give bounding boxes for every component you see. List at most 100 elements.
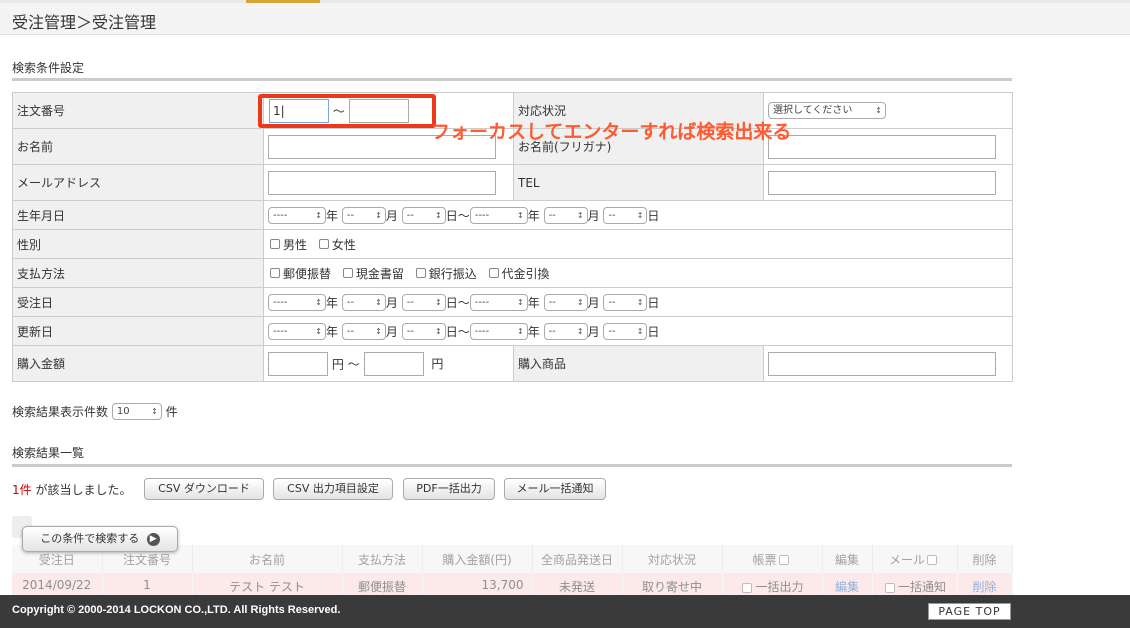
to-day-unit: 日 bbox=[647, 295, 660, 310]
to-month-select[interactable]: -- bbox=[543, 206, 588, 224]
date-range-separator: 〜 bbox=[457, 295, 470, 310]
to-year-unit: 年 bbox=[527, 208, 540, 223]
from-day-select[interactable]: -- bbox=[401, 293, 446, 311]
status-label: 対応状況 bbox=[518, 104, 567, 118]
product-input[interactable] bbox=[768, 351, 996, 376]
from-year-select[interactable]: ---- bbox=[268, 322, 326, 340]
to-day-select[interactable]: -- bbox=[603, 293, 648, 311]
from-month-unit: 月 bbox=[385, 208, 398, 223]
from-month-select[interactable]: -- bbox=[341, 322, 386, 340]
from-month-select[interactable]: -- bbox=[341, 206, 386, 224]
to-month-unit: 月 bbox=[587, 208, 600, 223]
payment-bank-checkbox[interactable] bbox=[415, 268, 426, 278]
from-day-select[interactable]: -- bbox=[401, 206, 446, 224]
from-day-unit: 日 bbox=[445, 208, 458, 223]
payment-postal-checkbox[interactable] bbox=[270, 268, 280, 278]
from-month-unit: 月 bbox=[385, 295, 398, 310]
name-label: お名前 bbox=[17, 140, 54, 154]
date-range-separator: 〜 bbox=[457, 324, 470, 339]
name-kana-input[interactable] bbox=[768, 134, 996, 159]
order-date-range: ----年 --月 --日〜----年 --月 --日 bbox=[263, 287, 1013, 317]
email-input[interactable] bbox=[268, 170, 496, 195]
per-page-unit: 件 bbox=[165, 405, 178, 419]
result-count-number: 1件 bbox=[12, 483, 32, 497]
from-year-select[interactable]: ---- bbox=[268, 206, 326, 224]
from-month-unit: 月 bbox=[385, 324, 398, 339]
mail-bulk-button[interactable]: メール一括通知 bbox=[504, 478, 606, 500]
section-divider bbox=[12, 78, 1012, 81]
payment-cash-checkbox[interactable] bbox=[342, 268, 353, 278]
payment-cod-checkbox[interactable] bbox=[488, 268, 499, 278]
from-day-unit: 日 bbox=[445, 324, 458, 339]
per-page-row: 検索結果表示件数 10 件 bbox=[12, 403, 178, 420]
from-year-unit: 年 bbox=[326, 295, 339, 310]
results-heading: 検索結果一覧 bbox=[12, 446, 85, 460]
from-day-unit: 日 bbox=[445, 295, 458, 310]
highlight-box bbox=[258, 94, 436, 128]
to-day-select[interactable]: -- bbox=[603, 206, 648, 224]
footer: Copyright © 2000-2014 LOCKON CO.,LTD. Al… bbox=[0, 595, 1130, 628]
to-month-unit: 月 bbox=[587, 324, 600, 339]
per-page-label: 検索結果表示件数 bbox=[12, 405, 109, 419]
payment-cod-label: 代金引換 bbox=[501, 266, 550, 281]
from-year-unit: 年 bbox=[326, 208, 339, 223]
payment-cash-label: 現金書留 bbox=[355, 266, 404, 281]
pdf-bulk-button[interactable]: PDF一括出力 bbox=[403, 478, 495, 500]
birthday-range: ----年 --月 --日〜----年 --月 --日 bbox=[263, 200, 1013, 230]
payment-postal-label: 郵便振替 bbox=[283, 266, 332, 281]
to-year-select[interactable]: ---- bbox=[469, 293, 528, 311]
to-day-unit: 日 bbox=[647, 324, 660, 339]
to-year-select[interactable]: ---- bbox=[469, 206, 528, 224]
result-count: 1件 が該当しました。 bbox=[12, 481, 131, 498]
from-year-unit: 年 bbox=[326, 324, 339, 339]
to-year-unit: 年 bbox=[527, 295, 540, 310]
page-title: 受注管理＞受注管理 bbox=[12, 13, 157, 32]
male-checkbox[interactable] bbox=[270, 239, 280, 249]
page-header: 受注管理＞受注管理 bbox=[0, 3, 1130, 35]
from-day-select[interactable]: -- bbox=[401, 322, 446, 340]
order-no-label: 注文番号 bbox=[17, 104, 66, 118]
female-label: 女性 bbox=[331, 237, 356, 252]
birthday-label: 生年月日 bbox=[17, 208, 66, 223]
order-date-label: 受注日 bbox=[17, 295, 54, 310]
to-month-unit: 月 bbox=[587, 295, 600, 310]
csv-download-button[interactable]: CSV ダウンロード bbox=[144, 478, 264, 500]
from-month-select[interactable]: -- bbox=[341, 293, 386, 311]
result-count-suffix: が該当しました。 bbox=[35, 483, 132, 497]
search-submit-button[interactable]: この条件で検索する ▶ bbox=[22, 526, 178, 552]
page-top-button[interactable]: PAGE TOP bbox=[928, 603, 1011, 620]
to-month-select[interactable]: -- bbox=[543, 322, 588, 340]
search-heading: 検索条件設定 bbox=[12, 61, 85, 75]
date-range-separator: 〜 bbox=[457, 208, 470, 223]
to-month-select[interactable]: -- bbox=[543, 293, 588, 311]
arrow-right-icon: ▶ bbox=[146, 532, 160, 546]
product-label: 購入商品 bbox=[518, 357, 567, 371]
amount-label: 購入金額 bbox=[17, 357, 66, 371]
from-year-select[interactable]: ---- bbox=[268, 293, 326, 311]
to-day-select[interactable]: -- bbox=[603, 322, 648, 340]
update-date-label: 更新日 bbox=[17, 324, 54, 339]
csv-settings-button[interactable]: CSV 出力項目設定 bbox=[273, 478, 393, 500]
update-date-range: ----年 --月 --日〜----年 --月 --日 bbox=[263, 316, 1013, 346]
female-checkbox[interactable] bbox=[318, 239, 329, 249]
copyright: Copyright © 2000-2014 LOCKON CO.,LTD. Al… bbox=[12, 604, 341, 616]
amount-from-input[interactable] bbox=[268, 351, 328, 376]
to-year-select[interactable]: ---- bbox=[469, 322, 528, 340]
search-submit-label: この条件で検索する bbox=[40, 532, 140, 545]
email-label: メールアドレス bbox=[17, 176, 102, 190]
annotation-text: フォーカスしてエンターすれば検索出来る bbox=[431, 121, 792, 143]
amount-separator: 〜 bbox=[347, 357, 360, 371]
tel-input[interactable] bbox=[768, 170, 996, 195]
amount-unit-2: 円 bbox=[431, 357, 444, 371]
to-year-unit: 年 bbox=[527, 324, 540, 339]
sex-label: 性別 bbox=[17, 237, 42, 252]
payment-label: 支払方法 bbox=[17, 266, 66, 281]
to-day-unit: 日 bbox=[647, 208, 660, 223]
tel-label: TEL bbox=[518, 175, 540, 190]
amount-unit-1: 円 bbox=[331, 357, 344, 371]
male-label: 男性 bbox=[283, 237, 308, 252]
results-divider bbox=[12, 464, 1012, 467]
amount-to-input[interactable] bbox=[363, 351, 424, 376]
payment-bank-label: 銀行振込 bbox=[428, 266, 477, 281]
per-page-select[interactable]: 10 bbox=[111, 403, 162, 420]
